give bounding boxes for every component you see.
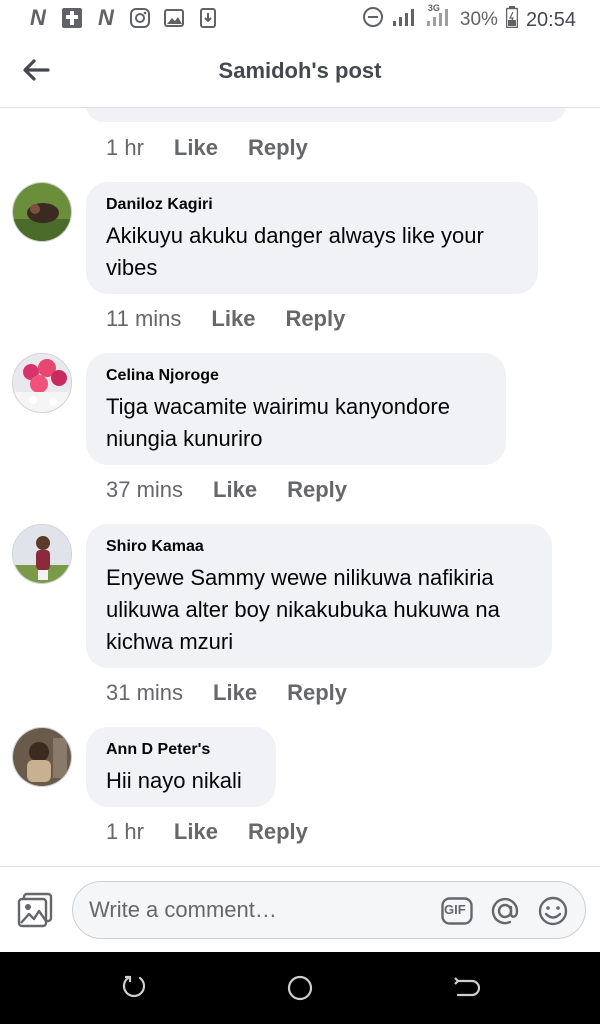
gif-label: GIF <box>444 902 466 917</box>
reply-button[interactable]: Reply <box>285 306 345 332</box>
like-button[interactable]: Like <box>174 135 218 161</box>
mention-button[interactable] <box>489 895 521 927</box>
comment-bubble[interactable]: Ann D Peter's Hii nayo nikali <box>86 727 276 807</box>
download-icon <box>196 6 220 30</box>
comment-bubble[interactable]: Celina Njoroge Tiga wacamite wairimu kan… <box>86 353 506 465</box>
gallery-icon <box>162 6 186 30</box>
smiley-icon <box>538 896 568 926</box>
like-button[interactable]: Like <box>213 680 257 706</box>
dnd-icon <box>362 6 384 34</box>
add-photo-button[interactable] <box>16 891 54 929</box>
signal-icon <box>392 7 418 33</box>
reply-button[interactable]: Reply <box>248 819 308 845</box>
comment-meta: 1 hr Like Reply <box>106 135 308 161</box>
comment-meta: 31 mins Like Reply <box>106 680 347 706</box>
comment-bubble[interactable]: Daniloz Kagiri Akikuyu akuku danger alwa… <box>86 182 538 294</box>
comment-text: Hii nayo nikali <box>106 768 242 793</box>
comment-meta: 11 mins Like Reply <box>106 306 345 332</box>
system-status: 3G 30% 20:54 <box>362 3 576 34</box>
comment-input[interactable] <box>89 882 429 938</box>
avatar[interactable] <box>12 524 72 584</box>
back-nav-icon <box>454 977 481 997</box>
battery-icon <box>505 6 519 34</box>
avatar[interactable] <box>12 353 72 413</box>
comment-text: Akikuyu akuku danger always like your vi… <box>106 223 484 280</box>
app-header: Samidoh's post <box>0 38 600 108</box>
comment-input-wrapper: GIF <box>72 881 586 939</box>
page-title: Samidoh's post <box>218 58 382 83</box>
photo-icon <box>17 892 53 928</box>
home-circle-icon <box>287 975 313 1001</box>
recents-icon <box>122 975 146 998</box>
notification-icons: N N <box>26 5 220 30</box>
reply-button[interactable]: Reply <box>287 477 347 503</box>
comment-meta: 1 hr Like Reply <box>106 819 308 845</box>
signal-3g-icon: 3G <box>426 3 452 33</box>
avatar[interactable] <box>12 727 72 787</box>
like-button[interactable]: Like <box>211 306 255 332</box>
system-nav-bar <box>0 952 600 1024</box>
home-button[interactable] <box>286 974 314 1002</box>
comment-author[interactable]: Celina Njoroge <box>106 367 486 385</box>
comment-time: 37 mins <box>106 477 184 502</box>
clock: 20:54 <box>525 8 576 31</box>
comment-time: 11 mins <box>106 306 182 331</box>
like-button[interactable]: Like <box>174 819 218 845</box>
avatar[interactable] <box>12 182 72 242</box>
comment-author[interactable]: Daniloz Kagiri <box>106 196 518 214</box>
comment-meta: 37 mins Like Reply <box>106 477 347 503</box>
like-button[interactable]: Like <box>213 477 257 503</box>
comment-time: 31 mins <box>106 680 184 705</box>
comment-list[interactable]: 1 hr Like Reply Daniloz Kagiri Akikuyu a… <box>0 108 600 866</box>
gif-button[interactable]: GIF <box>441 895 473 927</box>
comment-time: 1 hr <box>106 135 144 160</box>
reply-button[interactable]: Reply <box>287 680 347 706</box>
news-n-icon: N <box>98 5 114 30</box>
comment-bubble[interactable]: Shiro Kamaa Enyewe Sammy wewe nilikuwa n… <box>86 524 552 668</box>
status-bar: N N 3G 30% 20:54 <box>0 0 600 38</box>
comment-author[interactable]: Shiro Kamaa <box>106 538 532 556</box>
emoji-button[interactable] <box>537 895 569 927</box>
comment-text: Enyewe Sammy wewe nilikuwa nafikiria uli… <box>106 565 500 654</box>
reply-button[interactable]: Reply <box>248 135 308 161</box>
recents-button[interactable] <box>120 974 148 1002</box>
bible-app-icon <box>60 6 84 30</box>
news-n-icon: N <box>30 5 46 30</box>
instagram-icon <box>128 6 152 30</box>
back-nav-button[interactable] <box>452 974 481 1002</box>
comment-time: 1 hr <box>106 819 144 844</box>
comment-author[interactable]: Ann D Peter's <box>106 741 256 759</box>
previous-comment-bubble <box>86 108 566 122</box>
at-icon <box>491 897 519 925</box>
comment-composer: GIF <box>0 866 600 952</box>
network-type: 3G <box>427 3 440 13</box>
battery-percent: 30% <box>459 9 498 30</box>
comment-text: Tiga wacamite wairimu kanyondore niungia… <box>106 394 450 451</box>
